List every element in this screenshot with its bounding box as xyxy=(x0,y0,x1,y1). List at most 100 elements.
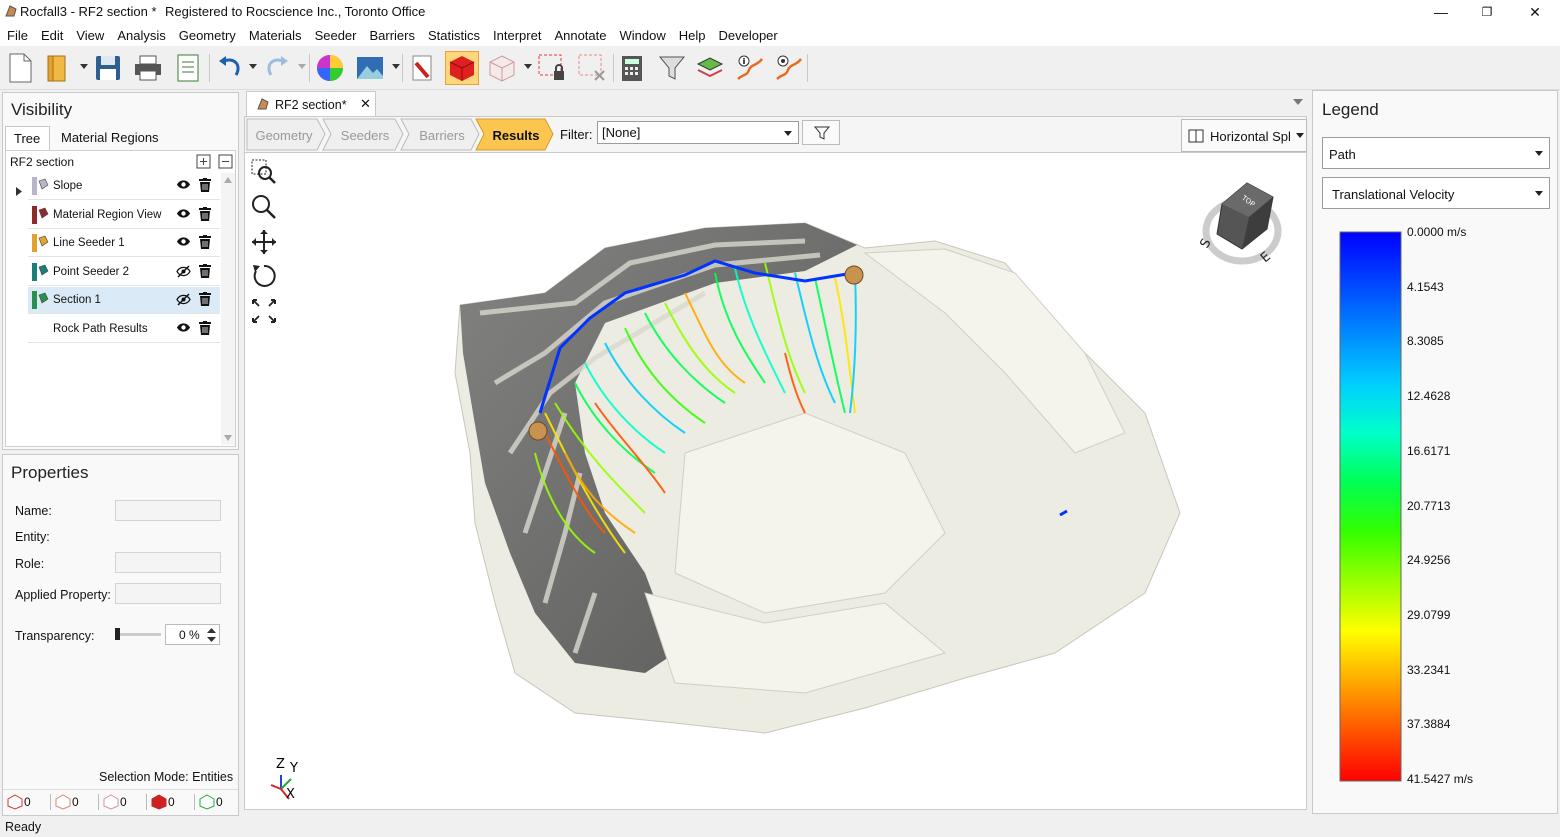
minimize-button[interactable]: — xyxy=(1418,0,1464,24)
applied-property-select[interactable] xyxy=(115,583,221,604)
restore-button[interactable]: ❐ xyxy=(1464,0,1510,24)
tree-item-label: Point Seeder 2 xyxy=(53,265,130,278)
count-value: 0 xyxy=(168,795,175,809)
solid-view-icon[interactable] xyxy=(445,51,479,85)
horizontal-split-button[interactable]: Horizontal Spl xyxy=(1181,119,1307,152)
filter-select[interactable]: [None] xyxy=(597,121,799,144)
tree-item-slope[interactable]: Slope xyxy=(28,173,220,200)
delete-trash-icon[interactable] xyxy=(199,263,211,281)
transparency-label: Transparency: xyxy=(15,629,95,643)
transparency-value: 0 % xyxy=(179,628,200,642)
title-bar: Rocfall3 - RF2 section * Registered to R… xyxy=(0,0,1560,24)
step-geometry[interactable]: Geometry xyxy=(249,120,319,150)
path-info-icon[interactable]: i xyxy=(733,51,767,85)
step-seeders[interactable]: Seeders xyxy=(330,120,400,150)
delete-trash-icon[interactable] xyxy=(199,292,211,309)
visibility-eye-icon[interactable] xyxy=(176,236,191,250)
filter-icon[interactable] xyxy=(655,51,689,85)
menu-annotate[interactable]: Annotate xyxy=(547,28,612,43)
axis-y-label: Y xyxy=(289,761,298,776)
legend-mode-select[interactable]: Path xyxy=(1322,137,1550,169)
count-item[interactable]: 0 xyxy=(50,793,99,811)
menu-analysis[interactable]: Analysis xyxy=(110,28,171,43)
menu-geometry[interactable]: Geometry xyxy=(172,28,242,43)
path-query-icon[interactable] xyxy=(772,51,806,85)
tab-tree[interactable]: Tree xyxy=(5,126,50,150)
tree-scrollbar[interactable] xyxy=(221,173,235,445)
tree-item-line-seeder-1[interactable]: Line Seeder 1 xyxy=(28,230,220,257)
3d-viewport[interactable]: TOP S E Z Y X xyxy=(244,152,1307,810)
menu-edit[interactable]: Edit xyxy=(34,28,69,43)
image-icon[interactable] xyxy=(353,51,387,85)
menu-file[interactable]: File xyxy=(0,28,34,43)
split-view-icon xyxy=(1188,129,1204,143)
menu-statistics[interactable]: Statistics xyxy=(421,28,486,43)
app-logo-icon xyxy=(5,5,17,17)
visibility-hidden-icon[interactable] xyxy=(176,264,191,281)
count-item[interactable]: 0 xyxy=(5,793,51,811)
wireframe-view-icon[interactable] xyxy=(485,51,519,85)
count-item[interactable]: 0 xyxy=(194,793,243,811)
filter-button[interactable] xyxy=(802,120,840,145)
tree-item-rock-path-results[interactable]: Rock Path Results xyxy=(28,316,220,343)
role-select[interactable] xyxy=(115,552,221,573)
expand-all-icon[interactable] xyxy=(196,154,211,169)
menu-view[interactable]: View xyxy=(69,28,110,43)
tree-item-material-region-view[interactable]: Material Region View xyxy=(28,202,220,229)
new-icon[interactable] xyxy=(3,51,37,85)
document-tab-bar xyxy=(243,90,1309,117)
menu-barriers[interactable]: Barriers xyxy=(362,28,421,43)
step-barriers[interactable]: Barriers xyxy=(407,120,477,150)
name-field[interactable] xyxy=(115,500,221,521)
transparency-slider-thumb[interactable] xyxy=(115,628,120,640)
document-tab-close-icon[interactable]: ✕ xyxy=(360,96,371,112)
status-text: Ready xyxy=(5,820,42,834)
delete-trash-icon[interactable] xyxy=(199,178,211,195)
redo-icon[interactable] xyxy=(260,51,294,85)
tab-list-chevron-icon[interactable] xyxy=(1293,99,1303,106)
pick-icon[interactable] xyxy=(405,51,439,85)
legend-title: Legend xyxy=(1322,100,1379,119)
print-icon[interactable] xyxy=(131,51,165,85)
count-item[interactable]: 0 xyxy=(98,793,147,811)
menu-window[interactable]: Window xyxy=(612,28,671,43)
map-layers-icon[interactable] xyxy=(693,51,727,85)
tree-item-point-seeder-2[interactable]: Point Seeder 2 xyxy=(28,259,220,286)
transparency-slider-track[interactable] xyxy=(117,633,161,636)
color-wheel-icon[interactable] xyxy=(313,51,347,85)
calculator-icon[interactable] xyxy=(615,51,649,85)
legend-variable-select[interactable]: Translational Velocity xyxy=(1322,177,1550,209)
expand-slope-icon[interactable] xyxy=(15,187,23,196)
menu-interpret[interactable]: Interpret xyxy=(486,28,547,43)
menu-materials[interactable]: Materials xyxy=(242,28,308,43)
legend-tick-label: 29.0799 xyxy=(1407,607,1451,622)
clear-selection-icon[interactable] xyxy=(575,51,609,85)
menu-developer[interactable]: Developer xyxy=(711,28,783,43)
step-results[interactable]: Results xyxy=(481,120,551,150)
open-icon[interactable] xyxy=(42,51,76,85)
visibility-hidden-icon[interactable] xyxy=(176,293,191,309)
visibility-eye-icon[interactable] xyxy=(176,322,191,336)
selection-mode: Selection Mode: Entities xyxy=(99,770,234,784)
tree-item-section-1[interactable]: Section 1 xyxy=(28,287,220,314)
visibility-eye-icon[interactable] xyxy=(176,208,191,222)
tab-material-regions[interactable]: Material Regions xyxy=(53,126,173,150)
view-cube[interactable]: TOP S E xyxy=(1197,179,1287,269)
undo-icon[interactable] xyxy=(213,51,247,85)
menu-help[interactable]: Help xyxy=(672,28,712,43)
save-icon[interactable] xyxy=(91,51,125,85)
delete-trash-icon[interactable] xyxy=(199,206,211,224)
count-item[interactable]: 0 xyxy=(146,793,195,811)
menu-seeder[interactable]: Seeder xyxy=(308,28,363,43)
split-dropdown-icon[interactable] xyxy=(1296,133,1304,138)
report-icon[interactable] xyxy=(171,51,205,85)
document-tab[interactable]: RF2 section* ✕ xyxy=(246,91,376,117)
delete-trash-icon[interactable] xyxy=(199,320,211,338)
close-window-button[interactable]: ✕ xyxy=(1512,0,1558,24)
lock-selection-icon[interactable] xyxy=(535,51,569,85)
delete-trash-icon[interactable] xyxy=(199,235,211,252)
visibility-eye-icon[interactable] xyxy=(176,179,191,193)
entity-label: Entity: xyxy=(15,530,50,544)
spinner-icon[interactable] xyxy=(207,627,216,643)
collapse-all-icon[interactable] xyxy=(218,154,233,169)
